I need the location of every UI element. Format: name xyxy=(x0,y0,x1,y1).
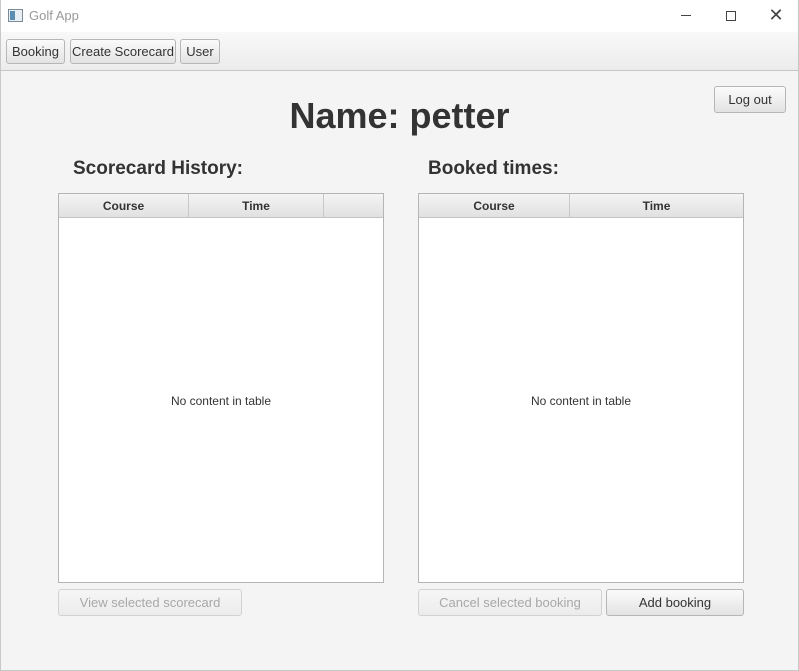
scorecard-history-table[interactable]: Course Time No content in table xyxy=(58,193,384,583)
view-selected-scorecard-button[interactable]: View selected scorecard xyxy=(58,589,242,616)
add-booking-button[interactable]: Add booking xyxy=(606,589,744,616)
table-header: Course Time xyxy=(419,194,743,218)
minimize-button[interactable] xyxy=(663,0,709,31)
close-button[interactable]: ✕ xyxy=(753,0,799,31)
maximize-icon xyxy=(726,10,736,21)
close-icon: ✕ xyxy=(768,4,784,26)
maximize-button[interactable] xyxy=(708,0,754,31)
page-title: Name: petter xyxy=(289,95,510,136)
app-window-icon xyxy=(8,9,23,22)
column-header-course[interactable]: Course xyxy=(59,194,189,218)
column-header-time[interactable]: Time xyxy=(189,194,324,218)
column-header-course[interactable]: Course xyxy=(419,194,570,218)
nav-booking-button[interactable]: Booking xyxy=(6,39,65,64)
scorecard-history-title: Scorecard History: xyxy=(73,158,244,179)
table-header: Course Time xyxy=(59,194,383,218)
title-bar[interactable]: Golf App ✕ xyxy=(1,0,798,32)
minimize-icon xyxy=(681,15,691,16)
empty-table-message: No content in table xyxy=(530,394,632,408)
app-window: Golf App ✕ Booking Create Scorecard User… xyxy=(0,0,799,671)
booked-times-title: Booked times: xyxy=(428,158,559,179)
cancel-selected-booking-button[interactable]: Cancel selected booking xyxy=(418,589,602,616)
booked-times-table[interactable]: Course Time No content in table xyxy=(418,193,744,583)
column-header-extra[interactable] xyxy=(324,194,383,218)
nav-create-scorecard-button[interactable]: Create Scorecard xyxy=(70,39,176,64)
window-title: Golf App xyxy=(29,8,79,23)
empty-table-message: No content in table xyxy=(170,394,272,408)
nav-bar: Booking Create Scorecard User xyxy=(1,32,798,71)
column-header-time[interactable]: Time xyxy=(570,194,743,218)
nav-user-button[interactable]: User xyxy=(180,39,220,64)
